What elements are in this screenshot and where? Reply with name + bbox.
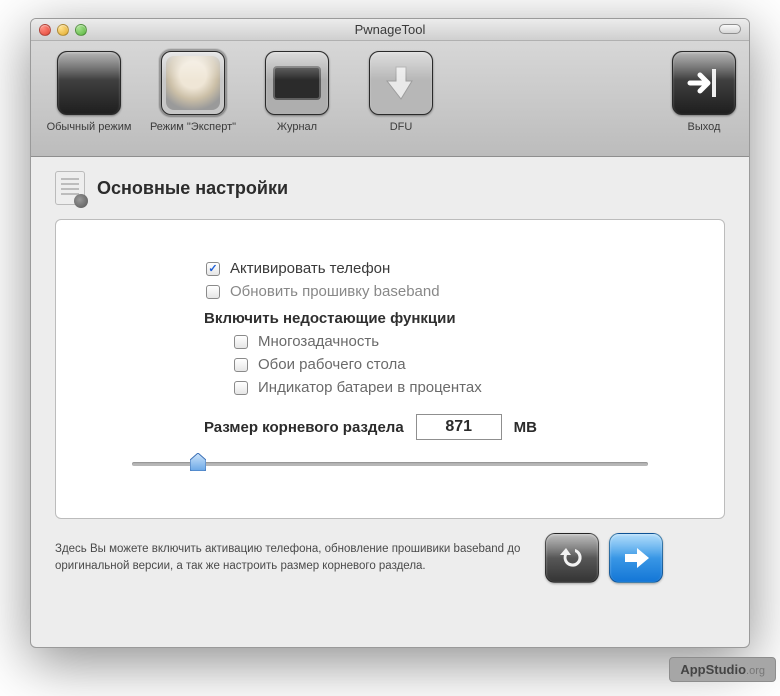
option-label: Активировать телефон [230, 260, 390, 277]
toolbar-item-simple[interactable]: Обычный режим [41, 51, 137, 133]
settings-panel: ✓ Активировать телефон Обновить прошивку… [55, 219, 725, 519]
toolbar-item-expert[interactable]: Режим "Эксперт" [145, 51, 241, 133]
mode-simple-icon [57, 51, 121, 115]
exit-icon [672, 51, 736, 115]
partition-unit: MB [514, 419, 537, 436]
journal-icon [265, 51, 329, 115]
slider-track [132, 462, 648, 466]
option-label: Обновить прошивку baseband [230, 283, 440, 300]
section-title: Основные настройки [97, 178, 288, 199]
partition-row: Размер корневого раздела 871 MB [204, 414, 684, 440]
dfu-icon [369, 51, 433, 115]
toolbar-item-label: Обычный режим [47, 121, 132, 133]
option-label: Индикатор батареи в процентах [258, 379, 482, 396]
toolbar-item-label: DFU [390, 121, 413, 133]
mode-expert-icon [161, 51, 225, 115]
app-window: PwnageTool Обычный режим Режим "Эксперт"… [30, 18, 750, 648]
option-label: Обои рабочего стола [258, 356, 406, 373]
option-activate[interactable]: ✓ Активировать телефон [206, 260, 684, 277]
help-text: Здесь Вы можете включить активацию телеф… [55, 541, 535, 574]
back-button[interactable] [545, 533, 599, 583]
next-button[interactable] [609, 533, 663, 583]
footer: Здесь Вы можете включить активацию телеф… [31, 519, 749, 599]
content-area: Основные настройки ✓ Активировать телефо… [31, 157, 749, 647]
watermark-suffix: .org [746, 665, 765, 677]
checkbox-icon [234, 335, 248, 349]
watermark-badge: AppStudio.org [669, 657, 776, 682]
toolbar-item-dfu[interactable]: DFU [353, 51, 449, 133]
option-battery[interactable]: Индикатор батареи в процентах [234, 379, 684, 396]
option-label: Многозадачность [258, 333, 379, 350]
option-multitask[interactable]: Многозадачность [234, 333, 684, 350]
toolbar-item-label: Журнал [277, 121, 317, 133]
option-baseband[interactable]: Обновить прошивку baseband [206, 283, 684, 300]
toolbar-item-label: Выход [688, 121, 721, 133]
checkbox-icon [234, 358, 248, 372]
option-wallpaper[interactable]: Обои рабочего стола [234, 356, 684, 373]
toolbar-toggle-pill[interactable] [719, 24, 741, 34]
watermark-brand: AppStudio [680, 662, 746, 677]
slider-thumb[interactable] [190, 453, 206, 471]
checkbox-icon [206, 285, 220, 299]
missing-features-heading: Включить недостающие функции [204, 310, 684, 327]
toolbar-item-exit[interactable]: Выход [669, 51, 739, 133]
toolbar-item-journal[interactable]: Журнал [249, 51, 345, 133]
toolbar-item-label: Режим "Эксперт" [150, 121, 236, 133]
partition-size-input[interactable]: 871 [416, 414, 502, 440]
checkbox-icon: ✓ [206, 262, 220, 276]
partition-label: Размер корневого раздела [204, 419, 404, 436]
toolbar: Обычный режим Режим "Эксперт" Журнал DFU [31, 41, 749, 157]
window-title: PwnageTool [31, 22, 749, 37]
settings-doc-icon [55, 171, 85, 205]
titlebar: PwnageTool [31, 19, 749, 41]
checkbox-icon [234, 381, 248, 395]
section-header: Основные настройки [31, 157, 749, 217]
partition-slider[interactable] [132, 450, 648, 478]
